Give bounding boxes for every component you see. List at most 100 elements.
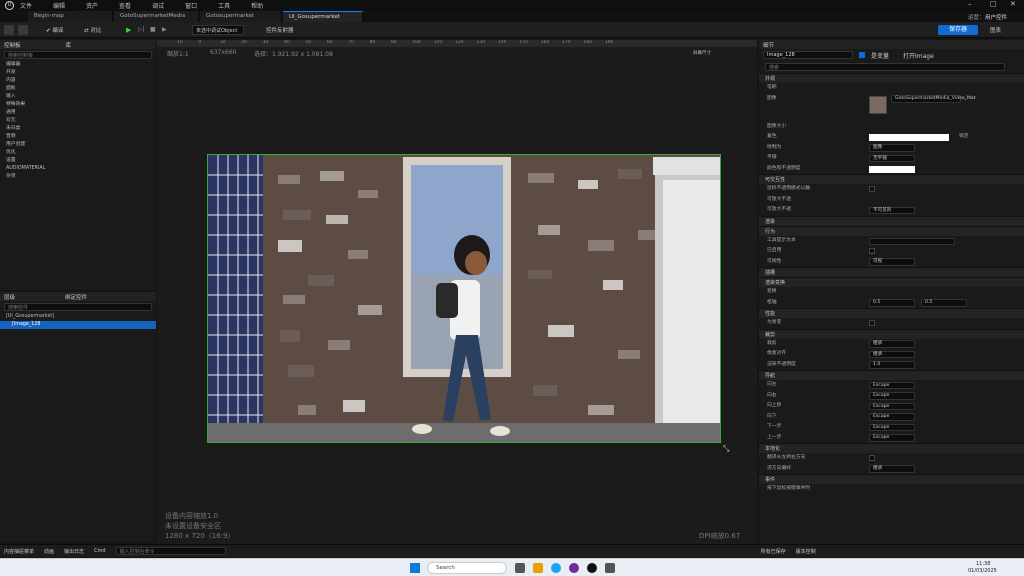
property-row[interactable]: 绘制为 图像 [759,143,1024,154]
palette-category[interactable]: 优化 [0,149,156,157]
property-row[interactable]: 颜色和不透明度 [759,164,1024,175]
details-search-input[interactable]: 搜索 [765,63,1005,71]
windows-start-icon[interactable] [410,563,420,573]
play-icon[interactable]: ▶ [126,26,131,34]
property-checkbox[interactable] [869,186,875,192]
property-row[interactable]: 翻译从左到右方向 [759,453,1024,464]
palette-category[interactable]: 杂项 [0,173,156,181]
property-row[interactable]: 流方向偏好 继承 [759,464,1024,475]
unreal-taskbar-icon[interactable] [587,563,597,573]
property-dropdown[interactable]: 可视 [869,258,915,266]
brush-thumbnail[interactable] [869,95,887,114]
tab-gotosupermarket-media[interactable]: GotoSupermarketMedia [114,11,199,22]
property-dropdown[interactable]: 图像 [869,144,915,152]
property-row[interactable]: 可视性 可视 [759,257,1024,268]
property-row[interactable]: 裁剪 继承 [759,339,1024,350]
property-row[interactable]: 工具提示文本 [759,236,1024,247]
palette-category[interactable]: 设置 [0,157,156,165]
property-row[interactable]: 图像大小 [759,122,1024,133]
menu-file[interactable]: 文件 [20,1,32,10]
close-button[interactable]: ✕ [1010,0,1016,8]
menu-asset[interactable]: 资产 [86,1,98,10]
property-row[interactable]: 可放大不透 [759,195,1024,206]
palette-category[interactable]: 内容 [0,77,156,85]
console-input[interactable]: 输入控制台命令 [115,547,226,555]
unreal-logo-icon[interactable]: U [5,1,14,10]
palette-category[interactable]: 特殊效果 [0,101,156,109]
property-row[interactable]: 向右 Escape [759,391,1024,402]
taskbar-search-box[interactable]: Search [427,562,507,574]
property-row[interactable]: 渲染不透明度 1.0 [759,360,1024,371]
property-row[interactable]: 图像 GotoSupermarketMedia_Video_Mat [759,94,1024,122]
minimize-button[interactable]: – [968,0,972,8]
menu-view[interactable]: 查看 [119,1,131,10]
menu-help[interactable]: 帮助 [251,1,263,10]
tooltip-text-input[interactable] [869,237,955,245]
property-row[interactable]: 鼠标不透明模式以触 [759,184,1024,195]
dpi-scale-label[interactable]: DPI缩放0.67 [699,531,740,541]
app-icon[interactable] [569,563,579,573]
clock-date[interactable]: 01/03/2025 [968,568,997,574]
property-dropdown[interactable]: 继承 [869,340,915,348]
details-section[interactable]: 本地化 [759,443,1024,453]
palette-category[interactable]: 通用 [0,109,156,117]
palette-title[interactable]: 控制板 [4,41,21,49]
menu-edit[interactable]: 编辑 [53,1,65,10]
property-dropdown[interactable]: Escape [869,402,915,410]
widget-reflector-button[interactable]: 控件反射器 [266,26,294,34]
diff-button[interactable]: ⇄ 对比 [84,26,101,34]
maximize-button[interactable]: □ [990,0,997,8]
task-view-icon[interactable] [515,563,525,573]
property-checkbox[interactable] [869,320,875,326]
resume-icon[interactable]: ▶ [162,26,167,33]
details-section[interactable]: 导航 [759,370,1024,380]
bind-widgets-tab[interactable]: 绑定控件 [65,293,87,301]
is-variable-checkbox[interactable] [859,52,865,58]
stop-icon[interactable]: ■ [150,26,156,33]
property-row[interactable]: 为易变 [759,318,1024,329]
palette-category[interactable]: 未归类 [0,125,156,133]
property-dropdown[interactable]: Escape [869,381,915,389]
palette-search-input[interactable]: 搜索控制板 [4,51,152,59]
palette-category[interactable]: 开发 [0,69,156,77]
property-row[interactable]: 按下鼠标按键事件时 [759,484,1024,495]
menu-tools[interactable]: 工具 [218,1,230,10]
color-swatch[interactable] [869,165,915,173]
details-section[interactable]: 插槽 [759,267,1024,277]
brush-asset-select[interactable]: GotoSupermarketMedia_Video_Mat [891,95,976,103]
property-row[interactable]: 上一步 Escape [759,433,1024,444]
cmd-select[interactable]: Cmd [94,548,106,554]
palette-category[interactable]: 编辑器 [0,61,156,69]
widget-name-input[interactable]: Image_128 [763,51,853,59]
property-number-field[interactable]: 0.5 [921,299,967,307]
property-dropdown[interactable]: 继承 [869,350,915,358]
menu-window[interactable]: 窗口 [185,1,197,10]
designer-button[interactable]: 保存器 [938,25,978,35]
property-checkbox[interactable]: ✓ [869,248,875,257]
property-dropdown[interactable]: 无平铺 [869,154,915,162]
tab-gotosupermarket[interactable]: Gotosupermarket [200,11,282,22]
clock-time[interactable]: 11:38 [976,561,990,567]
property-row[interactable]: 向左 Escape [759,380,1024,391]
tab-begin-map[interactable]: Begin-map [28,11,113,22]
screen-size-select[interactable]: 屏幕尺寸 [693,50,711,56]
hierarchy-search-input[interactable]: 搜索控件 [4,303,152,311]
property-row[interactable]: 变换 [759,287,1024,298]
palette-category[interactable]: 面板 [0,85,156,93]
details-title[interactable]: 细节 [763,43,774,49]
details-section[interactable]: 可交互性 [759,174,1024,184]
property-dropdown[interactable]: 1.0 [869,361,915,369]
resize-handle-icon[interactable]: ⤡ [723,444,729,454]
animation-button[interactable]: 动画 [44,548,54,555]
property-dropdown[interactable]: 不可见的 [869,206,915,214]
color-swatch[interactable] [869,134,949,141]
details-section[interactable]: 裁剪 [759,328,1024,339]
property-dropdown[interactable]: Escape [869,392,915,400]
debug-target-select[interactable]: 未选中调试Object [192,25,244,35]
content-drawer-button[interactable]: 内容抽屉菜单 [4,548,34,555]
library-tab[interactable]: 库 [66,41,72,49]
designer-viewport[interactable]: 10 0 10 20 30 40 50 60 70 80 90 100 110 120 130 140 150 1… [157,40,757,544]
property-row[interactable]: 像素对齐 继承 [759,349,1024,360]
compile-button[interactable]: ✔ 编译 [46,26,63,34]
details-section[interactable]: 行为 [759,225,1024,236]
